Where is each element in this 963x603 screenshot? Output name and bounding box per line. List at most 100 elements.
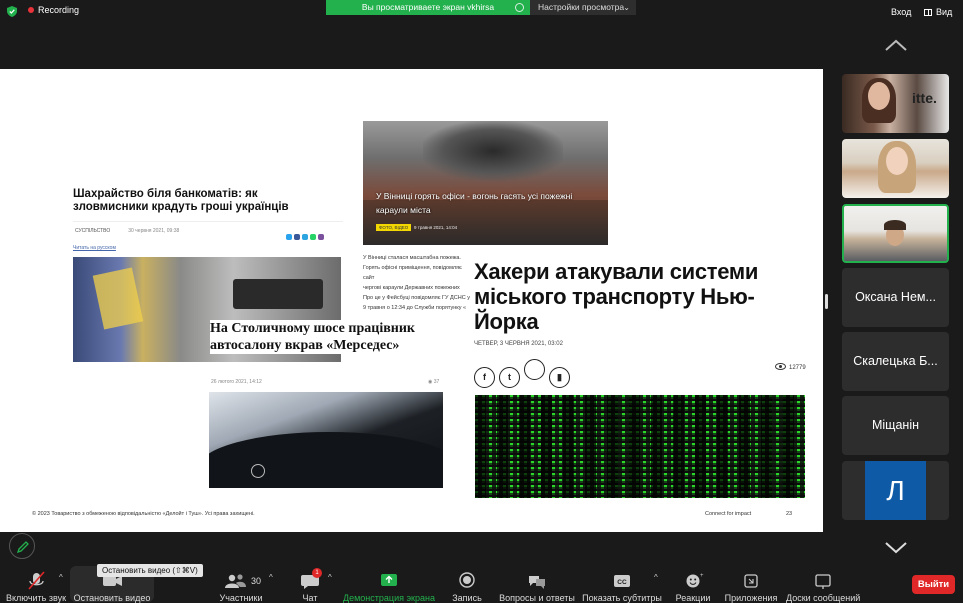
- avatar: Л: [865, 461, 926, 520]
- hackers-article-views: 12779: [775, 363, 806, 371]
- chat-label: Чат: [302, 593, 318, 603]
- subtitles-label: Показать субтитры: [582, 593, 662, 603]
- mercedes-article-date: 26 лютого 2021, 14:12: [211, 379, 262, 385]
- read-in-russian-link: Читать на русском: [73, 245, 116, 251]
- participants-icon: [224, 574, 246, 588]
- leave-meeting-button[interactable]: Выйти: [912, 575, 955, 594]
- twitter-icon: [286, 234, 292, 240]
- participant-video-tile[interactable]: [842, 139, 949, 198]
- share-screen-button[interactable]: Демонстрация экрана: [342, 563, 436, 603]
- security-shield-icon[interactable]: [7, 6, 17, 17]
- comment-icon: [524, 359, 545, 380]
- participant-video-tile[interactable]: itte.: [842, 74, 949, 133]
- bookmark-icon: ▮: [549, 367, 570, 388]
- body-line: 9 травня о 12:34 до Служби порятунку «: [363, 305, 467, 311]
- recording-label: Recording: [38, 5, 80, 15]
- face-shape: [868, 82, 890, 110]
- stop-video-label: Остановить видео: [73, 593, 151, 603]
- active-speaker-video-tile[interactable]: [842, 204, 949, 263]
- recording-indicator[interactable]: Recording: [28, 5, 79, 15]
- apps-button[interactable]: Приложения: [722, 563, 780, 603]
- closed-captions-icon: CC: [614, 575, 630, 587]
- participants-button[interactable]: 30 Участники: [214, 563, 268, 603]
- reactions-button[interactable]: + Реакции: [672, 563, 714, 603]
- views-count: 37: [433, 379, 440, 385]
- participant-tile-name[interactable]: Скалецька Б...: [842, 332, 949, 391]
- participants-options-caret-icon[interactable]: ^: [269, 573, 273, 582]
- record-icon: [459, 572, 475, 588]
- panel-resize-handle[interactable]: [825, 294, 828, 309]
- slide-footer-copyright: © 2023 Товариство з обмеженою відповідал…: [32, 511, 255, 517]
- share-banner-text: Вы просматриваете экран vkhirsa: [361, 2, 495, 12]
- qa-button[interactable]: Вопросы и ответы: [498, 563, 576, 603]
- svg-text:+: +: [700, 573, 704, 579]
- chevron-down-icon[interactable]: [884, 540, 908, 554]
- participants-count: 30: [250, 576, 261, 586]
- record-label: Запись: [452, 593, 482, 603]
- article-title-hackers: Хакери атакували системи міського трансп…: [474, 259, 774, 334]
- chat-button[interactable]: 1 Чат: [292, 563, 328, 603]
- mercedes-article-views: ◉ 37: [428, 379, 440, 385]
- exit-fullscreen-button[interactable]: Вход: [891, 7, 911, 17]
- chat-unread-badge: 1: [312, 568, 322, 578]
- fire-article-date: 9 травня 2021, 14:04: [414, 225, 458, 230]
- participant-avatar-tile[interactable]: Л: [842, 461, 949, 520]
- record-button[interactable]: Запись: [448, 563, 486, 603]
- reactions-label: Реакции: [675, 593, 711, 603]
- smoke-shape: [423, 121, 563, 181]
- face-shape: [886, 147, 908, 175]
- article-title-mercedes: На Столичному шосе працівник автосалону …: [210, 320, 450, 354]
- status-ring-icon: [515, 3, 524, 12]
- participant-tile-name[interactable]: Міщанін: [842, 396, 949, 455]
- chevron-down-icon: ⌄: [623, 3, 630, 12]
- car-hood-shape: [209, 432, 443, 488]
- svg-text:CC: CC: [617, 579, 627, 586]
- body-line: У Вінниці сталася масштабна пожежа. Горя…: [363, 255, 462, 281]
- fire-article-caption: У Вінниці горять офіси - вогонь гасять у…: [376, 191, 573, 215]
- divider: [73, 221, 343, 222]
- view-button[interactable]: Вид: [924, 7, 952, 17]
- whiteboard-icon: [815, 574, 831, 589]
- participants-icon-group: 30: [214, 571, 268, 591]
- whiteboard-label: Доски сообщений: [786, 593, 861, 603]
- participant-tile-name[interactable]: Оксана Нем...: [842, 268, 949, 327]
- hair-shape: [884, 220, 906, 230]
- atm-slot: [233, 279, 323, 309]
- fire-article-body: У Вінниці сталася масштабна пожежа. Горя…: [363, 253, 473, 313]
- whatsapp-icon: [310, 234, 316, 240]
- card-shape: [92, 267, 144, 330]
- slide-footer-tagline: Connect for impact: [705, 511, 752, 517]
- chat-icon: [301, 575, 319, 589]
- shared-screen: Шахрайство біля банкоматів: як зловмисни…: [0, 69, 823, 532]
- mercedes-star-icon: [251, 464, 265, 478]
- view-settings-dropdown[interactable]: Настройки просмотра ⌄: [530, 0, 636, 15]
- facebook-icon: [294, 234, 300, 240]
- subtitles-button[interactable]: CC Показать субтитры: [582, 563, 662, 603]
- article-date: 30 червня 2021, 09:38: [128, 228, 180, 234]
- slide-page-number: 23: [786, 511, 793, 517]
- body-line: чергові караули Державних пожежних: [363, 285, 460, 291]
- telegram-icon: [302, 234, 308, 240]
- viber-icon: [318, 234, 324, 240]
- views-count: 12779: [789, 365, 806, 371]
- background-logo: itte.: [912, 90, 937, 106]
- mercedes-photo: [209, 392, 443, 488]
- whiteboard-button[interactable]: Доски сообщений: [786, 563, 860, 603]
- view-label: Вид: [936, 7, 953, 17]
- unmute-label: Включить звук: [5, 593, 67, 603]
- apps-icon: [744, 574, 758, 588]
- participants-label: Участники: [219, 593, 263, 603]
- top-bar: Recording Вы просматриваете экран vkhirs…: [0, 0, 963, 22]
- unmute-button[interactable]: Включить звук: [4, 563, 68, 603]
- chevron-up-icon[interactable]: [884, 38, 908, 52]
- qa-label: Вопросы и ответы: [499, 593, 575, 603]
- audio-options-caret-icon[interactable]: ^: [59, 573, 63, 582]
- chat-options-caret-icon[interactable]: ^: [328, 573, 332, 582]
- annotate-button[interactable]: [9, 533, 35, 559]
- subtitles-options-caret-icon[interactable]: ^: [654, 573, 658, 582]
- apps-label: Приложения: [724, 593, 778, 603]
- recording-dot-icon: [28, 7, 34, 13]
- hackers-article-date: ЧЕТВЕР, 3 ЧЕРВНЯ 2021, 03:02: [474, 341, 563, 347]
- pencil-icon: [16, 541, 29, 554]
- view-settings-label: Настройки просмотра: [538, 2, 625, 12]
